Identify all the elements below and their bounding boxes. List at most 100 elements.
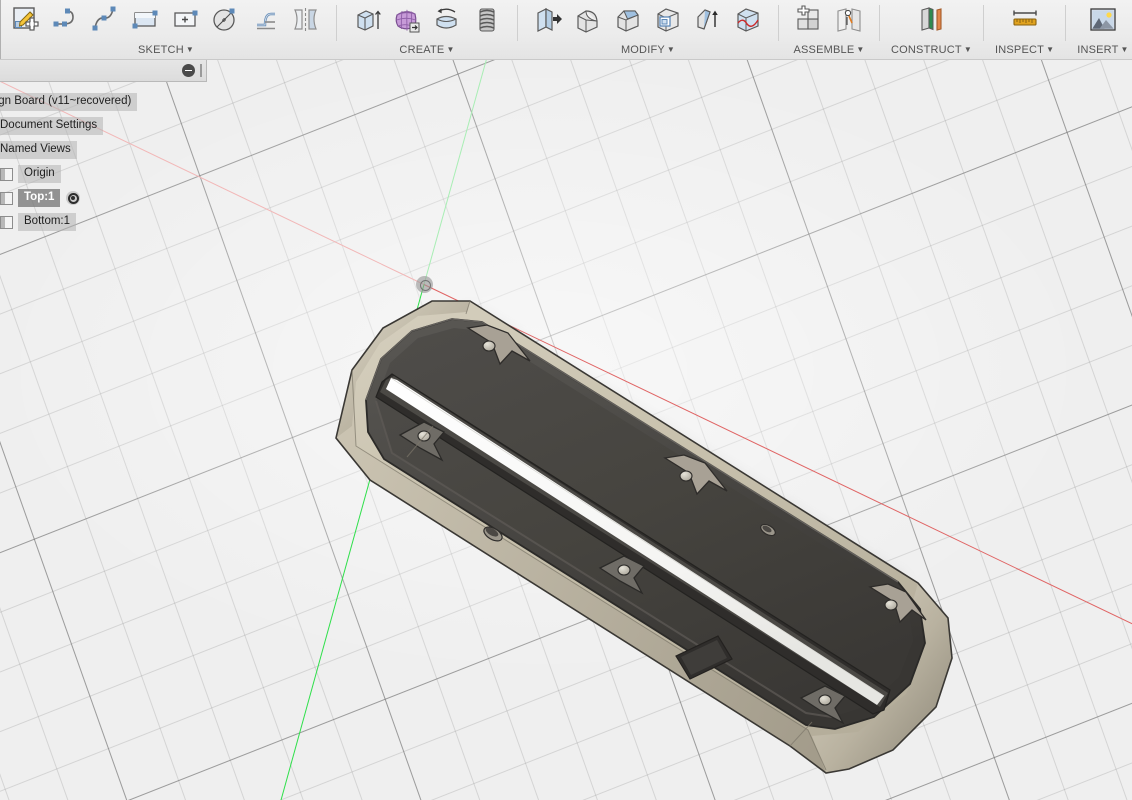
chamfer-icon	[613, 5, 643, 40]
create-sketch-button[interactable]	[7, 2, 45, 42]
chevron-down-icon[interactable]: ▼	[667, 45, 675, 54]
toolbar-separator	[982, 5, 984, 41]
extrude-icon	[352, 5, 382, 40]
visibility-toggle-icon[interactable]	[0, 167, 13, 181]
toolbar-separator	[336, 5, 337, 41]
tree-item-top-1[interactable]: Top:1	[0, 188, 210, 208]
tree-item-label: Document Settings	[0, 117, 104, 135]
sketch-fillet-icon	[251, 5, 281, 40]
toolbar-group-buttons	[529, 0, 767, 44]
mirror-button[interactable]	[287, 2, 325, 42]
toolbar-group-label-assemble[interactable]: ASSEMBLE ▼	[793, 44, 864, 57]
tree-item-label: Top:1	[18, 189, 61, 207]
rectangle-button[interactable]	[127, 2, 165, 42]
insert-image-button[interactable]	[1084, 2, 1122, 42]
line-button[interactable]	[47, 2, 85, 42]
browser-panel: Sign Board (v11~recovered) Document Setti…	[0, 60, 210, 236]
browser-tree: Sign Board (v11~recovered) Document Setti…	[0, 92, 210, 232]
toolbar-group-label-modify[interactable]: MODIFY ▼	[621, 44, 675, 57]
offset-plane-icon	[916, 5, 946, 40]
toolbar-separator	[778, 5, 779, 41]
split-face-icon	[733, 5, 763, 40]
toolbar-group-buttons	[1006, 0, 1044, 44]
visibility-toggle-icon[interactable]	[0, 215, 13, 229]
chevron-down-icon[interactable]: ▼	[856, 45, 864, 54]
chevron-down-icon[interactable]: ▼	[186, 45, 194, 54]
toolbar-group-label-sketch[interactable]: SKETCH ▼	[138, 44, 194, 57]
toolbar-group-buttons	[348, 0, 506, 44]
toolbar-group-buttons	[790, 0, 868, 44]
new-component-icon	[794, 4, 824, 40]
new-component-button[interactable]	[790, 2, 828, 42]
thread-icon	[472, 5, 502, 40]
main-toolbar: SKETCH ▼ CREATE ▼ MODIFY ▼ ASSEMBLE ▼ CONSTRUCT ▼…	[0, 0, 1132, 60]
chevron-down-icon[interactable]: ▼	[964, 45, 972, 54]
thread-button[interactable]	[468, 2, 506, 42]
toolbar-group-buttons	[7, 0, 325, 44]
draft-icon	[693, 5, 723, 40]
measure-button[interactable]	[1006, 2, 1044, 42]
tree-item-named-views[interactable]: Named Views	[0, 140, 210, 160]
fillet-button[interactable]	[569, 2, 607, 42]
tree-item-label: Origin	[18, 165, 61, 183]
toolbar-group-label-text: INSPECT	[994, 44, 1045, 56]
press-pull-button[interactable]	[529, 2, 567, 42]
measure-icon	[1010, 5, 1040, 40]
toolbar-group-label-text: CREATE	[399, 44, 445, 56]
panel-resize-grip[interactable]	[200, 64, 202, 77]
chevron-down-icon[interactable]: ▼	[1046, 45, 1054, 54]
toolbar-group-sketch: SKETCH ▼	[1, 0, 331, 59]
extrude-button[interactable]	[348, 2, 386, 42]
shell-button[interactable]	[649, 2, 687, 42]
toolbar-separator	[517, 5, 518, 41]
offset-plane-button[interactable]	[912, 2, 950, 42]
chevron-down-icon[interactable]: ▼	[1121, 45, 1129, 54]
spline-icon	[91, 5, 121, 40]
toolbar-group-buttons	[1084, 0, 1122, 44]
circle-button[interactable]	[207, 2, 245, 42]
sketch-fillet-button[interactable]	[247, 2, 285, 42]
revolve-icon	[432, 5, 462, 40]
browser-panel-header	[0, 60, 207, 82]
create-form-icon	[392, 5, 422, 40]
toolbar-group-modify: MODIFY ▼	[523, 0, 773, 59]
tree-item-label: Named Views	[0, 141, 77, 159]
toolbar-group-label-construct[interactable]: CONSTRUCT ▼	[891, 44, 972, 57]
tree-item-label: Bottom:1	[18, 213, 77, 231]
joint-button[interactable]	[830, 2, 868, 42]
draft-button[interactable]	[689, 2, 727, 42]
split-face-button[interactable]	[729, 2, 767, 42]
origin-point-marker[interactable]	[416, 276, 433, 293]
mirror-icon	[291, 5, 321, 40]
circle-icon	[211, 5, 241, 40]
create-form-button[interactable]	[388, 2, 426, 42]
toolbar-group-label-inspect[interactable]: INSPECT ▼	[995, 44, 1054, 57]
spline-button[interactable]	[87, 2, 125, 42]
tree-item-document-settings[interactable]: Document Settings	[0, 116, 210, 136]
toolbar-groups: SKETCH ▼ CREATE ▼ MODIFY ▼ ASSEMBLE ▼ CONSTRUCT ▼…	[1, 0, 1132, 59]
toolbar-group-label-insert[interactable]: INSERT ▼	[1077, 44, 1128, 57]
revolve-button[interactable]	[428, 2, 466, 42]
toolbar-separator	[1065, 5, 1067, 41]
tree-item-label: Sign Board (v11~recovered)	[0, 93, 138, 111]
toolbar-group-buttons	[912, 0, 950, 44]
tree-item-origin[interactable]: Origin	[0, 164, 210, 184]
toolbar-group-label-text: MODIFY	[620, 44, 665, 56]
center-rectangle-button[interactable]	[167, 2, 205, 42]
toolbar-group-construct: CONSTRUCT ▼	[885, 0, 978, 59]
toolbar-group-assemble: ASSEMBLE ▼	[784, 0, 874, 59]
collapse-browser-button[interactable]	[182, 64, 195, 77]
center-rectangle-icon	[171, 5, 201, 40]
toolbar-group-label-text: CONSTRUCT	[891, 44, 962, 56]
tree-item-document[interactable]: Sign Board (v11~recovered)	[0, 92, 210, 112]
shell-icon	[653, 5, 683, 40]
tree-item-bottom-1[interactable]: Bottom:1	[0, 212, 210, 232]
toolbar-group-inspect: INSPECT ▼	[989, 0, 1060, 59]
toolbar-group-label-create[interactable]: CREATE ▼	[399, 44, 454, 57]
chevron-down-icon[interactable]: ▼	[446, 45, 454, 54]
toolbar-group-create: CREATE ▼	[342, 0, 512, 59]
fusion360-window: Sign Board (v11~recovered) Document Setti…	[0, 0, 1132, 800]
chamfer-button[interactable]	[609, 2, 647, 42]
active-component-radio-icon[interactable]	[66, 191, 81, 205]
visibility-toggle-icon[interactable]	[0, 191, 13, 205]
